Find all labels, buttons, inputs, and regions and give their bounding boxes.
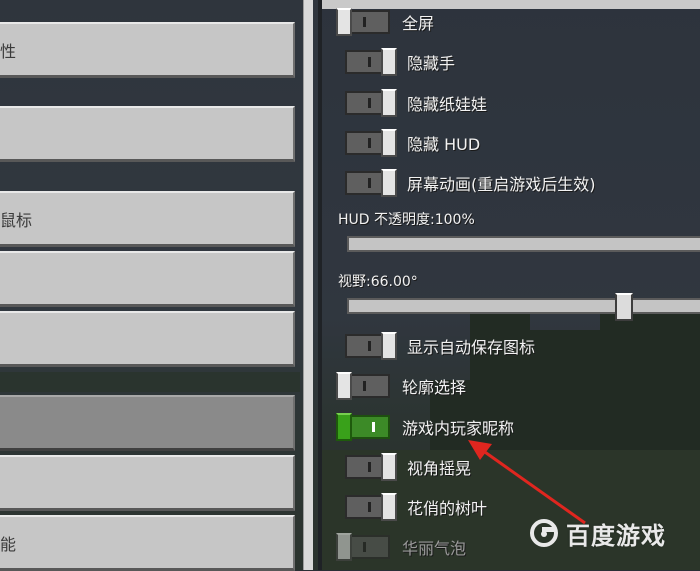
hud-opacity-slider[interactable] bbox=[347, 236, 700, 252]
hide-paperdoll-label: 隐藏纸娃娃 bbox=[407, 95, 488, 114]
hide-hud-label: 隐藏 HUD bbox=[407, 135, 481, 154]
autosave-icon-setting[interactable]: 显示自动保存图标 bbox=[345, 332, 535, 360]
fov-label: 视野:66.00° bbox=[338, 274, 418, 290]
fullscreen-toggle[interactable] bbox=[336, 8, 390, 36]
hide-hand-label: 隐藏手 bbox=[407, 54, 456, 73]
menu-button-5[interactable] bbox=[0, 311, 295, 367]
player-names-label: 游戏内玩家昵称 bbox=[402, 419, 515, 438]
outline-selection-setting[interactable]: 轮廓选择 bbox=[336, 372, 467, 400]
hide-hand-setting[interactable]: 隐藏手 bbox=[345, 48, 455, 76]
arrow-head bbox=[468, 440, 492, 460]
player-names-toggle[interactable] bbox=[336, 413, 390, 441]
toggle-knob[interactable] bbox=[336, 413, 352, 441]
view-bobbing-setting[interactable]: 视角摇晃 bbox=[345, 453, 471, 481]
menu-button-label: 性 bbox=[0, 41, 17, 61]
toggle-mark bbox=[368, 502, 371, 512]
toggle-knob[interactable] bbox=[381, 493, 397, 521]
outline-selection-label: 轮廓选择 bbox=[402, 378, 467, 397]
menu-button-3[interactable]: 鼠标 bbox=[0, 191, 295, 247]
fancy-bubbles-setting: 华丽气泡 bbox=[336, 533, 467, 561]
toggle-knob[interactable] bbox=[381, 89, 397, 117]
toggle-knob[interactable] bbox=[381, 48, 397, 76]
menu-button-2[interactable] bbox=[0, 106, 295, 162]
screen-animation-label: 屏幕动画(重启游戏后生效) bbox=[407, 175, 596, 194]
menu-button-4[interactable] bbox=[0, 251, 295, 307]
toggle-mark bbox=[363, 381, 366, 391]
menu-button-selected[interactable] bbox=[0, 395, 295, 451]
toggle-knob[interactable] bbox=[381, 332, 397, 360]
toggle-knob[interactable] bbox=[336, 372, 352, 400]
screen-animation-toggle[interactable] bbox=[345, 169, 397, 197]
hud-opacity-label: HUD 不透明度:100% bbox=[338, 212, 475, 228]
hide-hand-toggle[interactable] bbox=[345, 48, 397, 76]
fancy-bubbles-label: 华丽气泡 bbox=[402, 539, 467, 558]
menu-button-1[interactable]: 性 bbox=[0, 22, 295, 78]
autosave-icon-label: 显示自动保存图标 bbox=[407, 338, 536, 357]
outline-selection-toggle[interactable] bbox=[336, 372, 390, 400]
menu-button-label: 能 bbox=[0, 534, 17, 554]
fancy-bubbles-toggle bbox=[336, 533, 390, 561]
view-bobbing-toggle[interactable] bbox=[345, 453, 397, 481]
toggle-mark bbox=[363, 542, 366, 552]
baidu-game-watermark: 百度游戏 bbox=[528, 515, 688, 551]
hide-hud-setting[interactable]: 隐藏 HUD bbox=[345, 129, 480, 157]
left-scrollbar[interactable] bbox=[303, 0, 313, 570]
player-names-setting[interactable]: 游戏内玩家昵称 bbox=[336, 413, 515, 441]
autosave-icon-toggle[interactable] bbox=[345, 332, 397, 360]
menu-button-label: 鼠标 bbox=[0, 210, 33, 230]
menu-button-8[interactable]: 能 bbox=[0, 515, 295, 571]
fullscreen-label: 全屏 bbox=[402, 14, 435, 33]
toggle-mark bbox=[368, 462, 371, 472]
arrow-shaft bbox=[481, 448, 586, 525]
toggle-mark bbox=[363, 17, 366, 27]
toggle-knob[interactable] bbox=[381, 169, 397, 197]
toggle-mark bbox=[372, 422, 375, 432]
toggle-mark bbox=[368, 178, 371, 188]
hide-paperdoll-setting[interactable]: 隐藏纸娃娃 bbox=[345, 89, 487, 117]
toggle-knob bbox=[336, 533, 352, 561]
menu-button-7[interactable] bbox=[0, 455, 295, 511]
watermark-text: 百度游戏 bbox=[566, 521, 666, 550]
toggle-knob[interactable] bbox=[336, 8, 352, 36]
hide-paperdoll-toggle[interactable] bbox=[345, 89, 397, 117]
toggle-mark bbox=[368, 57, 371, 67]
fov-slider[interactable] bbox=[347, 293, 700, 321]
toggle-mark bbox=[368, 341, 371, 351]
fov-thumb[interactable] bbox=[615, 293, 633, 321]
hide-hud-toggle[interactable] bbox=[345, 129, 397, 157]
fancy-leaves-toggle[interactable] bbox=[345, 493, 397, 521]
toggle-knob[interactable] bbox=[381, 129, 397, 157]
baidu-game-logo-icon bbox=[530, 519, 558, 547]
toggle-mark bbox=[368, 98, 371, 108]
toggle-mark bbox=[368, 138, 371, 148]
screen-animation-setting[interactable]: 屏幕动画(重启游戏后生效) bbox=[345, 169, 596, 197]
fullscreen-setting[interactable]: 全屏 bbox=[336, 8, 435, 36]
toggle-knob[interactable] bbox=[381, 453, 397, 481]
